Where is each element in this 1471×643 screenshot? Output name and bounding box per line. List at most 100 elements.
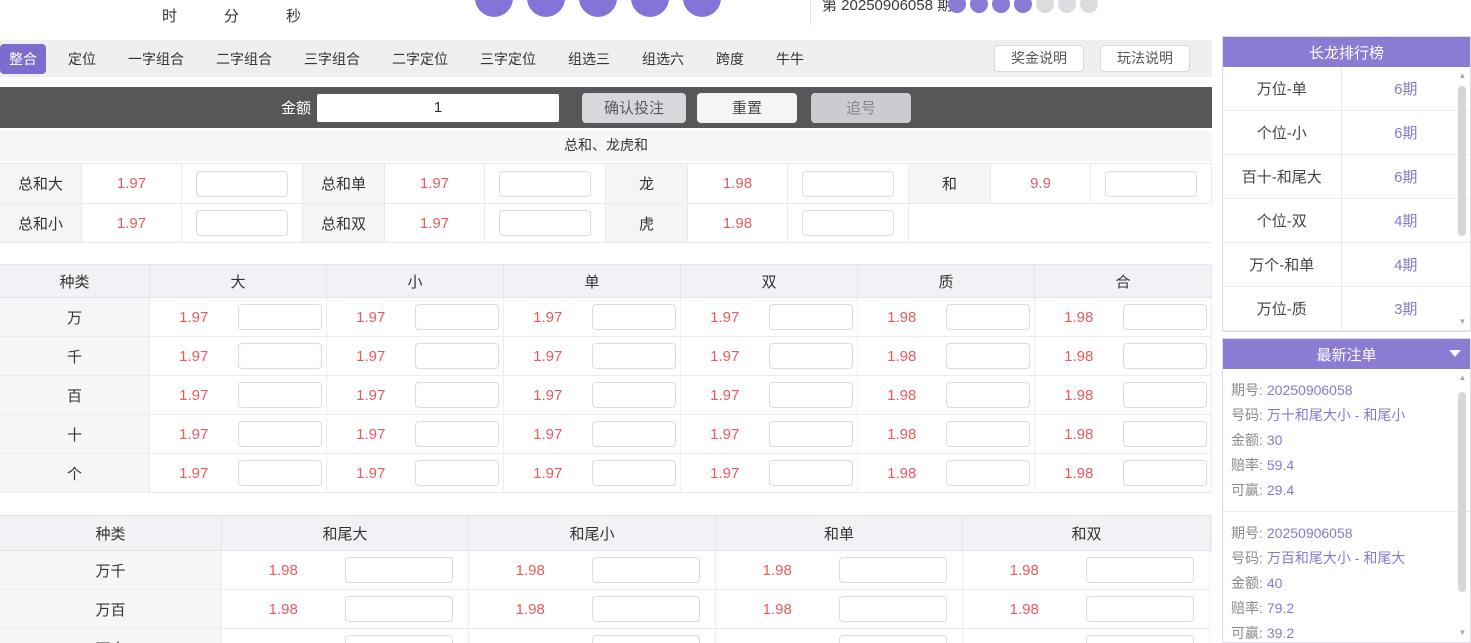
bet-input[interactable]	[1105, 170, 1197, 197]
sumtail-odds-table: 种类 和尾大 和尾小 和单 和双 万千 1.98 1.98 1.98 1.98 …	[0, 515, 1212, 643]
tab-yizi-zuhe[interactable]: 一字组合	[128, 49, 184, 69]
bet-input[interactable]	[838, 596, 947, 622]
bet-input[interactable]	[1122, 304, 1207, 330]
list-item[interactable]: 个位-小 6期	[1223, 111, 1470, 155]
scroll-up-icon[interactable]: ▲	[1456, 70, 1469, 82]
tab-sanzi-dingwei[interactable]: 三字定位	[480, 49, 536, 69]
list-item[interactable]: 个位-双 4期	[1223, 199, 1470, 243]
confirm-bet-button[interactable]: 确认投注	[582, 92, 687, 123]
tab-zhenghe[interactable]: 整合	[0, 43, 46, 74]
bet-input[interactable]	[237, 304, 322, 330]
tab-erzi-zuhe[interactable]: 二字组合	[216, 49, 272, 69]
bet-input[interactable]	[344, 557, 453, 583]
latest-orders-title: 最新注单	[1316, 346, 1377, 364]
reset-button[interactable]: 重置	[697, 92, 798, 123]
bet-input[interactable]	[196, 170, 288, 197]
tab-erzi-dingwei[interactable]: 二字定位	[392, 49, 448, 69]
bet-input[interactable]	[237, 343, 322, 369]
bet-input[interactable]	[1122, 421, 1207, 447]
bet-input[interactable]	[591, 304, 676, 330]
bet-input[interactable]	[802, 170, 894, 197]
order-odds: 59.4	[1266, 457, 1295, 473]
bet-input[interactable]	[344, 596, 453, 622]
odds-value: 1.97	[179, 308, 209, 326]
bet-input[interactable]	[414, 421, 499, 447]
list-item[interactable]: 万个-和单 4期	[1223, 243, 1470, 287]
bet-input[interactable]	[414, 382, 499, 408]
bet-input[interactable]	[768, 304, 853, 330]
bonus-info-button[interactable]: 奖金说明	[994, 45, 1084, 72]
scroll-thumb[interactable]	[1458, 392, 1466, 592]
bet-input[interactable]	[414, 304, 499, 330]
bet-input[interactable]	[838, 635, 947, 643]
odds-value: 1.98	[268, 561, 298, 579]
bet-input[interactable]	[1085, 557, 1194, 583]
timer-second-label: 秒	[286, 8, 302, 25]
table-header-row: 种类 和尾大 和尾小 和单 和双	[0, 516, 1212, 551]
bet-input[interactable]	[196, 210, 288, 236]
odds-value: 1.98	[1064, 464, 1094, 482]
tab-zuxuan-liu[interactable]: 组选六	[642, 49, 684, 69]
bet-input[interactable]	[591, 343, 676, 369]
bet-input[interactable]	[499, 210, 591, 236]
bet-input[interactable]	[768, 460, 853, 486]
bet-input[interactable]	[1085, 635, 1194, 643]
bet-input[interactable]	[945, 460, 1030, 486]
bet-input[interactable]	[838, 557, 947, 583]
tab-sanzi-zuhe[interactable]: 三字组合	[304, 49, 360, 69]
help-buttons: 奖金说明 玩法说明	[978, 45, 1190, 72]
bet-input[interactable]	[945, 421, 1030, 447]
bet-input[interactable]	[237, 460, 322, 486]
bet-input[interactable]	[237, 421, 322, 447]
tab-dingwei[interactable]: 定位	[68, 49, 96, 69]
bet-input[interactable]	[945, 304, 1030, 330]
bet-input[interactable]	[802, 210, 894, 236]
rules-info-button[interactable]: 玩法说明	[1100, 45, 1190, 72]
bet-input[interactable]	[768, 382, 853, 408]
bet-input[interactable]	[1085, 596, 1194, 622]
odds-value: 1.98	[762, 600, 792, 618]
scrollbar[interactable]: ▲ ▼	[1456, 68, 1469, 330]
collapse-arrow-icon[interactable]	[1449, 350, 1461, 357]
bet-input[interactable]	[1122, 343, 1207, 369]
bet-input[interactable]	[768, 343, 853, 369]
bet-input[interactable]	[414, 343, 499, 369]
scroll-thumb[interactable]	[1458, 86, 1466, 236]
bet-input[interactable]	[499, 170, 591, 197]
bet-input[interactable]	[237, 382, 322, 408]
odds-value: 1.98	[1009, 600, 1039, 618]
odds-value: 1.97	[356, 425, 386, 443]
lottery-ball	[579, 0, 617, 17]
chase-number-button[interactable]: 追号	[811, 92, 912, 123]
bet-input[interactable]	[591, 382, 676, 408]
odds-value: 1.98	[515, 561, 545, 579]
amount-input[interactable]	[317, 93, 560, 122]
bet-input[interactable]	[1122, 460, 1207, 486]
scroll-down-icon[interactable]: ▼	[1456, 627, 1469, 639]
odds-value: 1.97	[179, 347, 209, 365]
bet-input[interactable]	[591, 635, 700, 643]
tab-kuadu[interactable]: 跨度	[716, 49, 744, 69]
list-item[interactable]: 万位-单 6期	[1223, 67, 1470, 111]
scroll-up-icon[interactable]: ▲	[1456, 372, 1469, 384]
order-number: 万百和尾大小 - 和尾大	[1266, 550, 1406, 566]
list-item[interactable]: 万位-质 3期	[1223, 287, 1470, 331]
tab-zuxuan-san[interactable]: 组选三	[568, 49, 610, 69]
top-bar: 时 分 秒 第 20250906058 期	[0, 0, 1212, 40]
bet-input[interactable]	[591, 460, 676, 486]
scroll-down-icon[interactable]: ▼	[1456, 316, 1469, 328]
scrollbar[interactable]: ▲ ▼	[1456, 370, 1469, 641]
odds-value: 1.97	[710, 425, 740, 443]
bet-input[interactable]	[945, 343, 1030, 369]
tab-niuniu[interactable]: 牛牛	[776, 49, 804, 69]
bet-input[interactable]	[591, 421, 676, 447]
table-row: 万 1.97 1.97 1.97 1.97 1.98 1.98	[0, 298, 1212, 337]
bet-input[interactable]	[414, 460, 499, 486]
bet-input[interactable]	[591, 596, 700, 622]
bet-input[interactable]	[1122, 382, 1207, 408]
bet-input[interactable]	[344, 635, 453, 643]
bet-input[interactable]	[945, 382, 1030, 408]
list-item[interactable]: 百十-和尾大 6期	[1223, 155, 1470, 199]
bet-input[interactable]	[768, 421, 853, 447]
bet-input[interactable]	[591, 557, 700, 583]
